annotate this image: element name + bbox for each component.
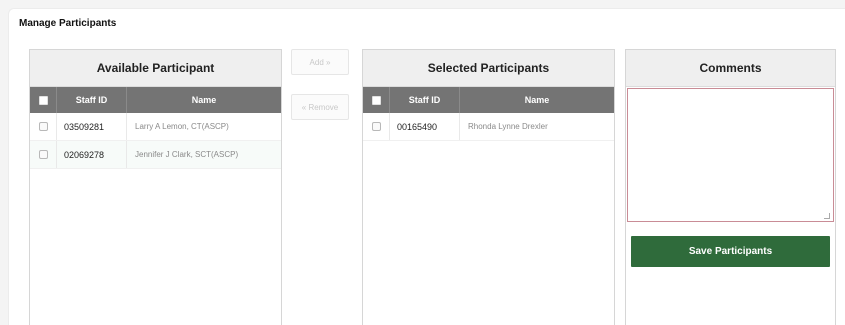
available-select-all[interactable] — [30, 87, 56, 113]
selected-col-staff-id[interactable]: Staff ID — [389, 87, 459, 113]
table-row[interactable]: 03509281 Larry A Lemon, CT(ASCP) — [30, 113, 281, 141]
row-checkbox[interactable] — [38, 150, 48, 159]
available-col-name[interactable]: Name — [126, 87, 281, 113]
select-all-checkbox[interactable] — [371, 95, 381, 105]
page-title: Manage Participants — [19, 18, 117, 29]
page-container: Manage Participants Available Participan… — [8, 8, 845, 325]
table-row[interactable]: 02069278 Jennifer J Clark, SCT(ASCP) — [30, 141, 281, 169]
name-cell: Larry A Lemon, CT(ASCP) — [126, 113, 281, 140]
comments-panel: Comments Save Participants — [625, 49, 836, 325]
selected-panel-header: Selected Participants — [363, 50, 614, 87]
save-participants-button[interactable]: Save Participants — [631, 236, 830, 267]
available-grid-header: Staff ID Name — [30, 87, 281, 113]
resize-grip-icon[interactable] — [824, 213, 830, 219]
available-panel-header: Available Participant — [30, 50, 281, 87]
name-cell: Rhonda Lynne Drexler — [459, 113, 614, 140]
row-checkbox[interactable] — [371, 122, 381, 131]
selected-participants-panel: Selected Participants Staff ID Name 0016… — [362, 49, 615, 325]
staff-id-cell: 03509281 — [56, 113, 126, 140]
available-participants-panel: Available Participant Staff ID Name 0350… — [29, 49, 282, 325]
staff-id-cell: 02069278 — [56, 141, 126, 168]
comments-textarea[interactable] — [627, 88, 834, 222]
selected-col-name[interactable]: Name — [459, 87, 614, 113]
selected-grid-header: Staff ID Name — [363, 87, 614, 113]
table-row[interactable]: 00165490 Rhonda Lynne Drexler — [363, 113, 614, 141]
name-cell: Jennifer J Clark, SCT(ASCP) — [126, 141, 281, 168]
row-checkbox[interactable] — [38, 122, 48, 131]
add-button[interactable]: Add » — [291, 49, 349, 75]
comments-panel-header: Comments — [626, 50, 835, 87]
staff-id-cell: 00165490 — [389, 113, 459, 140]
remove-button[interactable]: « Remove — [291, 94, 349, 120]
selected-select-all[interactable] — [363, 87, 389, 113]
available-col-staff-id[interactable]: Staff ID — [56, 87, 126, 113]
select-all-checkbox[interactable] — [38, 95, 48, 105]
